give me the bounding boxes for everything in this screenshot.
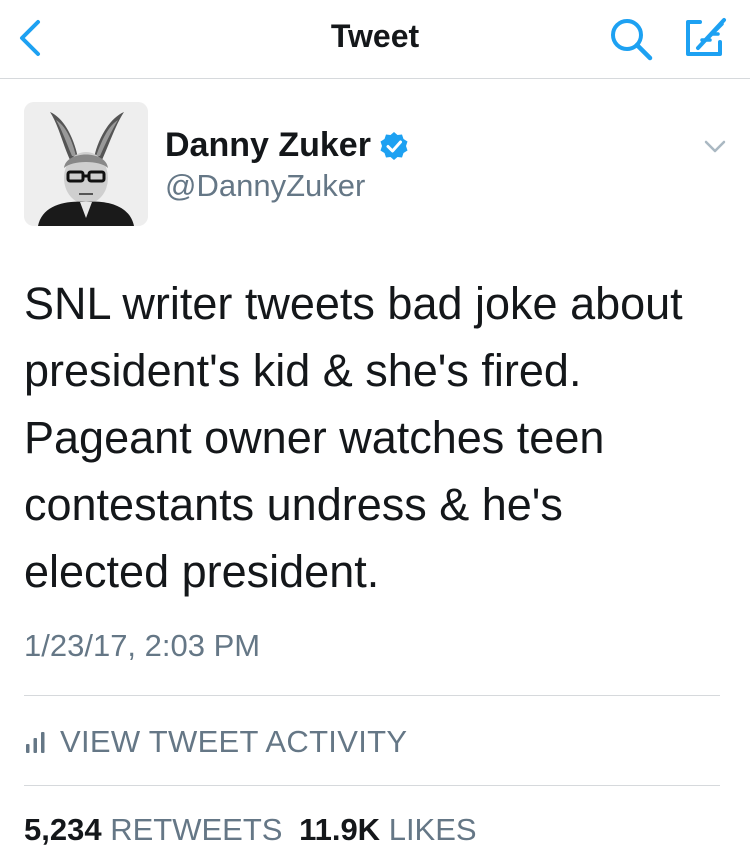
author-handle[interactable]: @DannyZuker — [165, 168, 365, 204]
chevron-down-icon — [704, 140, 726, 153]
avatar-image — [24, 102, 148, 226]
likes-label: LIKES — [388, 812, 477, 847]
author-name[interactable]: Danny Zuker — [165, 126, 371, 165]
tweet-text: SNL writer tweets bad joke about preside… — [24, 270, 734, 605]
divider — [24, 785, 720, 786]
author-name-row: Danny Zuker — [165, 125, 409, 165]
bar-chart-icon — [26, 732, 45, 753]
tweet-text-line: president's kid & she's fired. — [24, 345, 582, 396]
likes-count: 11.9K — [299, 812, 381, 847]
view-tweet-activity-label: VIEW TWEET ACTIVITY — [60, 724, 408, 759]
search-icon — [611, 19, 653, 61]
retweets-label: RETWEETS — [110, 812, 283, 847]
tweet-text-line: elected president. — [24, 546, 380, 597]
tweet-timestamp: 1/23/17, 2:03 PM — [24, 628, 261, 663]
tweet-stats: 5,234 RETWEETS 11.9K LIKES — [24, 812, 477, 848]
retweets-count: 5,234 — [24, 812, 102, 847]
more-options-button[interactable] — [702, 136, 728, 156]
tweet-text-line: SNL writer tweets bad joke about — [24, 278, 683, 329]
divider — [24, 695, 720, 696]
avatar[interactable] — [24, 102, 148, 226]
navigation-bar: Tweet — [0, 0, 750, 79]
verified-badge-icon — [380, 132, 408, 160]
view-tweet-activity-button[interactable]: VIEW TWEET ACTIVITY — [24, 722, 407, 762]
tweet-text-line: Pageant owner watches teen — [24, 412, 605, 463]
search-button[interactable] — [606, 14, 656, 64]
likes-count-link[interactable]: 11.9K LIKES — [299, 812, 477, 847]
tweet-text-line: contestants undress & he's — [24, 479, 563, 530]
compose-button[interactable] — [676, 10, 732, 66]
retweets-count-link[interactable]: 5,234 RETWEETS — [24, 812, 282, 847]
compose-icon — [686, 18, 726, 56]
